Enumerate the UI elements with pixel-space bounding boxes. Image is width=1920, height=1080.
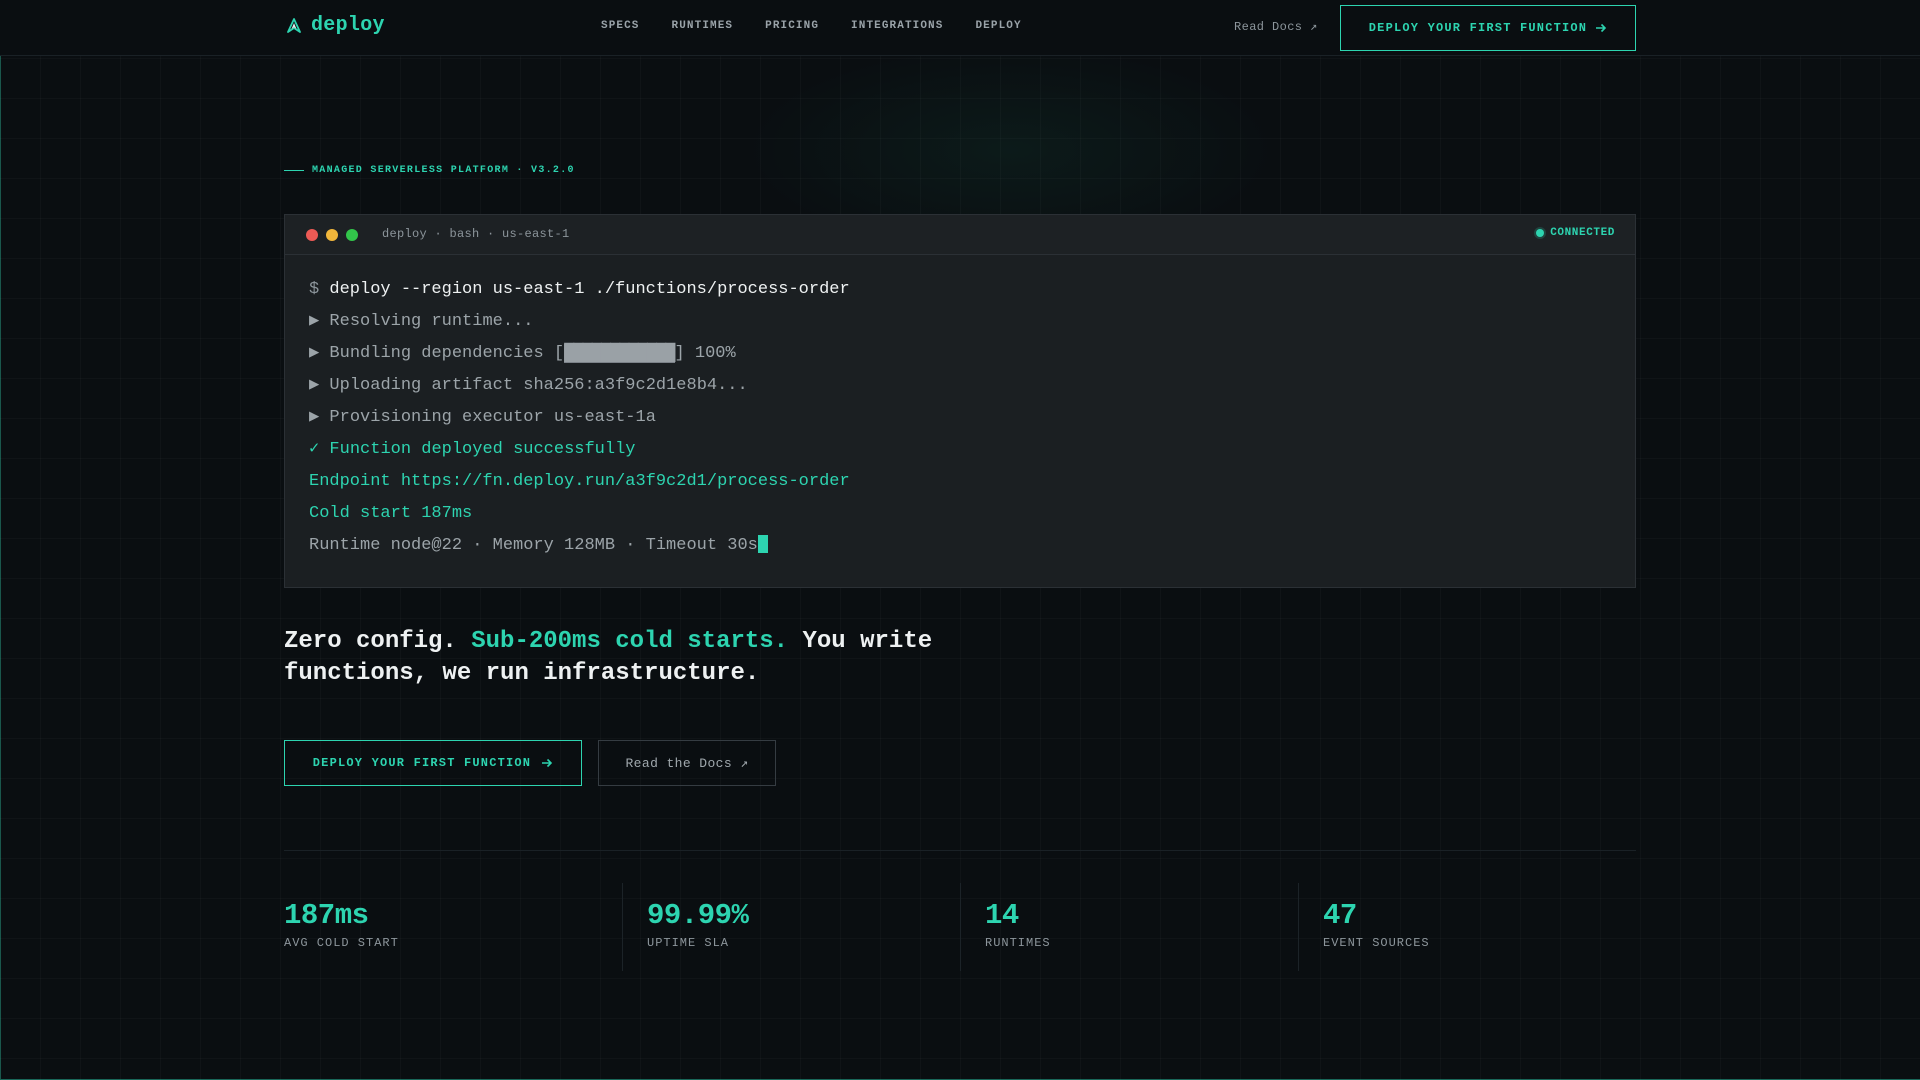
stat-uptime: 99.99% UPTIME SLA [622,883,960,971]
read-the-docs-label: Read the Docs ↗ [625,755,749,771]
terminal-output: $ deploy --region us-east-1 ./functions/… [309,279,1611,567]
prompt-symbol: $ [309,280,320,299]
nav-links: SPECS RUNTIMES PRICING INTEGRATIONS DEPL… [601,20,1054,32]
eyebrow-line [284,170,304,171]
stat-label: RUNTIMES [985,936,1051,950]
stat-label: UPTIME SLA [647,936,730,950]
stat-value: 99.99% [647,899,749,932]
terminal-titlebar: deploy · bash · us-east-1 CONNECTED [285,215,1635,255]
output-line-provisioning: ▶ Provisioning executor us-east-1a [309,408,656,427]
output-line-cold-start: Cold start 187ms [309,504,473,523]
progress-suffix: ] 100% [674,344,736,363]
connection-status: CONNECTED [1536,227,1615,239]
brand-name: deploy [311,14,385,37]
stats-divider [284,850,1636,851]
stat-runtimes: 14 RUNTIMES [960,883,1298,971]
command-line: $ deploy --region us-east-1 ./functions/… [309,279,1611,311]
nav-link-integrations[interactable]: INTEGRATIONS [851,20,943,32]
terminal-cursor [757,535,768,553]
terminal-title: deploy · bash · us-east-1 [382,227,570,241]
close-dot-icon[interactable] [306,229,318,241]
stats-row: 187ms AVG COLD START 99.99% UPTIME SLA 1… [284,883,1636,971]
headline-part-1: Zero config. [284,628,472,655]
runtime-text: Runtime node@22 · Memory 128MB · Timeout… [309,536,758,555]
output-line-success: ✓ Function deployed successfully [309,440,636,459]
deploy-first-function-button[interactable]: DEPLOY YOUR FIRST FUNCTION [284,740,582,786]
stat-cold-start: 187ms AVG COLD START [284,883,622,971]
nav-link-deploy[interactable]: DEPLOY [975,20,1021,32]
nav-link-specs[interactable]: SPECS [601,20,640,32]
nav-link-pricing[interactable]: PRICING [765,20,819,32]
arrow-right-icon [542,758,553,768]
window-controls [306,229,358,241]
status-dot-icon [1536,229,1545,237]
nav-deploy-button-label: DEPLOY YOUR FIRST FUNCTION [1368,21,1588,35]
read-docs-link[interactable]: Read Docs ↗ [1234,19,1318,34]
output-line-bundling: ▶ Bundling dependencies [████████████] 1… [309,343,1611,375]
stat-value: 47 [1323,899,1357,932]
stat-label: EVENT SOURCES [1323,936,1430,950]
read-the-docs-button[interactable]: Read the Docs ↗ [598,740,776,786]
nav-link-runtimes[interactable]: RUNTIMES [672,20,734,32]
progress-bar: ████████████ [564,344,676,363]
deploy-first-function-label: DEPLOY YOUR FIRST FUNCTION [312,756,532,770]
terminal-window: deploy · bash · us-east-1 CONNECTED $ de… [284,214,1636,588]
stat-event-sources: 47 EVENT SOURCES [1298,883,1636,971]
status-text: CONNECTED [1550,227,1615,239]
bundling-text: ▶ Bundling dependencies [ [309,344,565,363]
nav-deploy-button[interactable]: DEPLOY YOUR FIRST FUNCTION [1340,5,1636,51]
maximize-dot-icon[interactable] [346,229,358,241]
rocket-chevron-icon [287,17,301,33]
output-line-runtime: Runtime node@22 · Memory 128MB · Timeout… [309,535,1611,567]
arrow-right-icon [1596,23,1607,33]
output-line-uploading: ▶ Uploading artifact sha256:a3f9c2d1e8b4… [309,376,748,395]
minimize-dot-icon[interactable] [326,229,338,241]
eyebrow-text: MANAGED SERVERLESS PLATFORM · V3.2.0 [312,165,575,176]
top-nav: deploy SPECS RUNTIMES PRICING INTEGRATIO… [0,0,1920,56]
command-text: deploy --region us-east-1 ./functions/pr… [329,280,850,299]
stat-value: 14 [985,899,1019,932]
logo[interactable]: deploy [286,14,385,37]
stat-value: 187ms [284,899,369,932]
stat-label: AVG COLD START [284,936,399,950]
headline-accent: Sub-200ms cold starts. [471,628,789,655]
headline: Zero config. Sub-200ms cold starts. You … [284,626,984,690]
output-line-resolving: ▶ Resolving runtime... [309,312,534,331]
output-line-endpoint: Endpoint https://fn.deploy.run/a3f9c2d1/… [309,472,850,491]
eyebrow: MANAGED SERVERLESS PLATFORM · V3.2.0 [284,165,575,176]
